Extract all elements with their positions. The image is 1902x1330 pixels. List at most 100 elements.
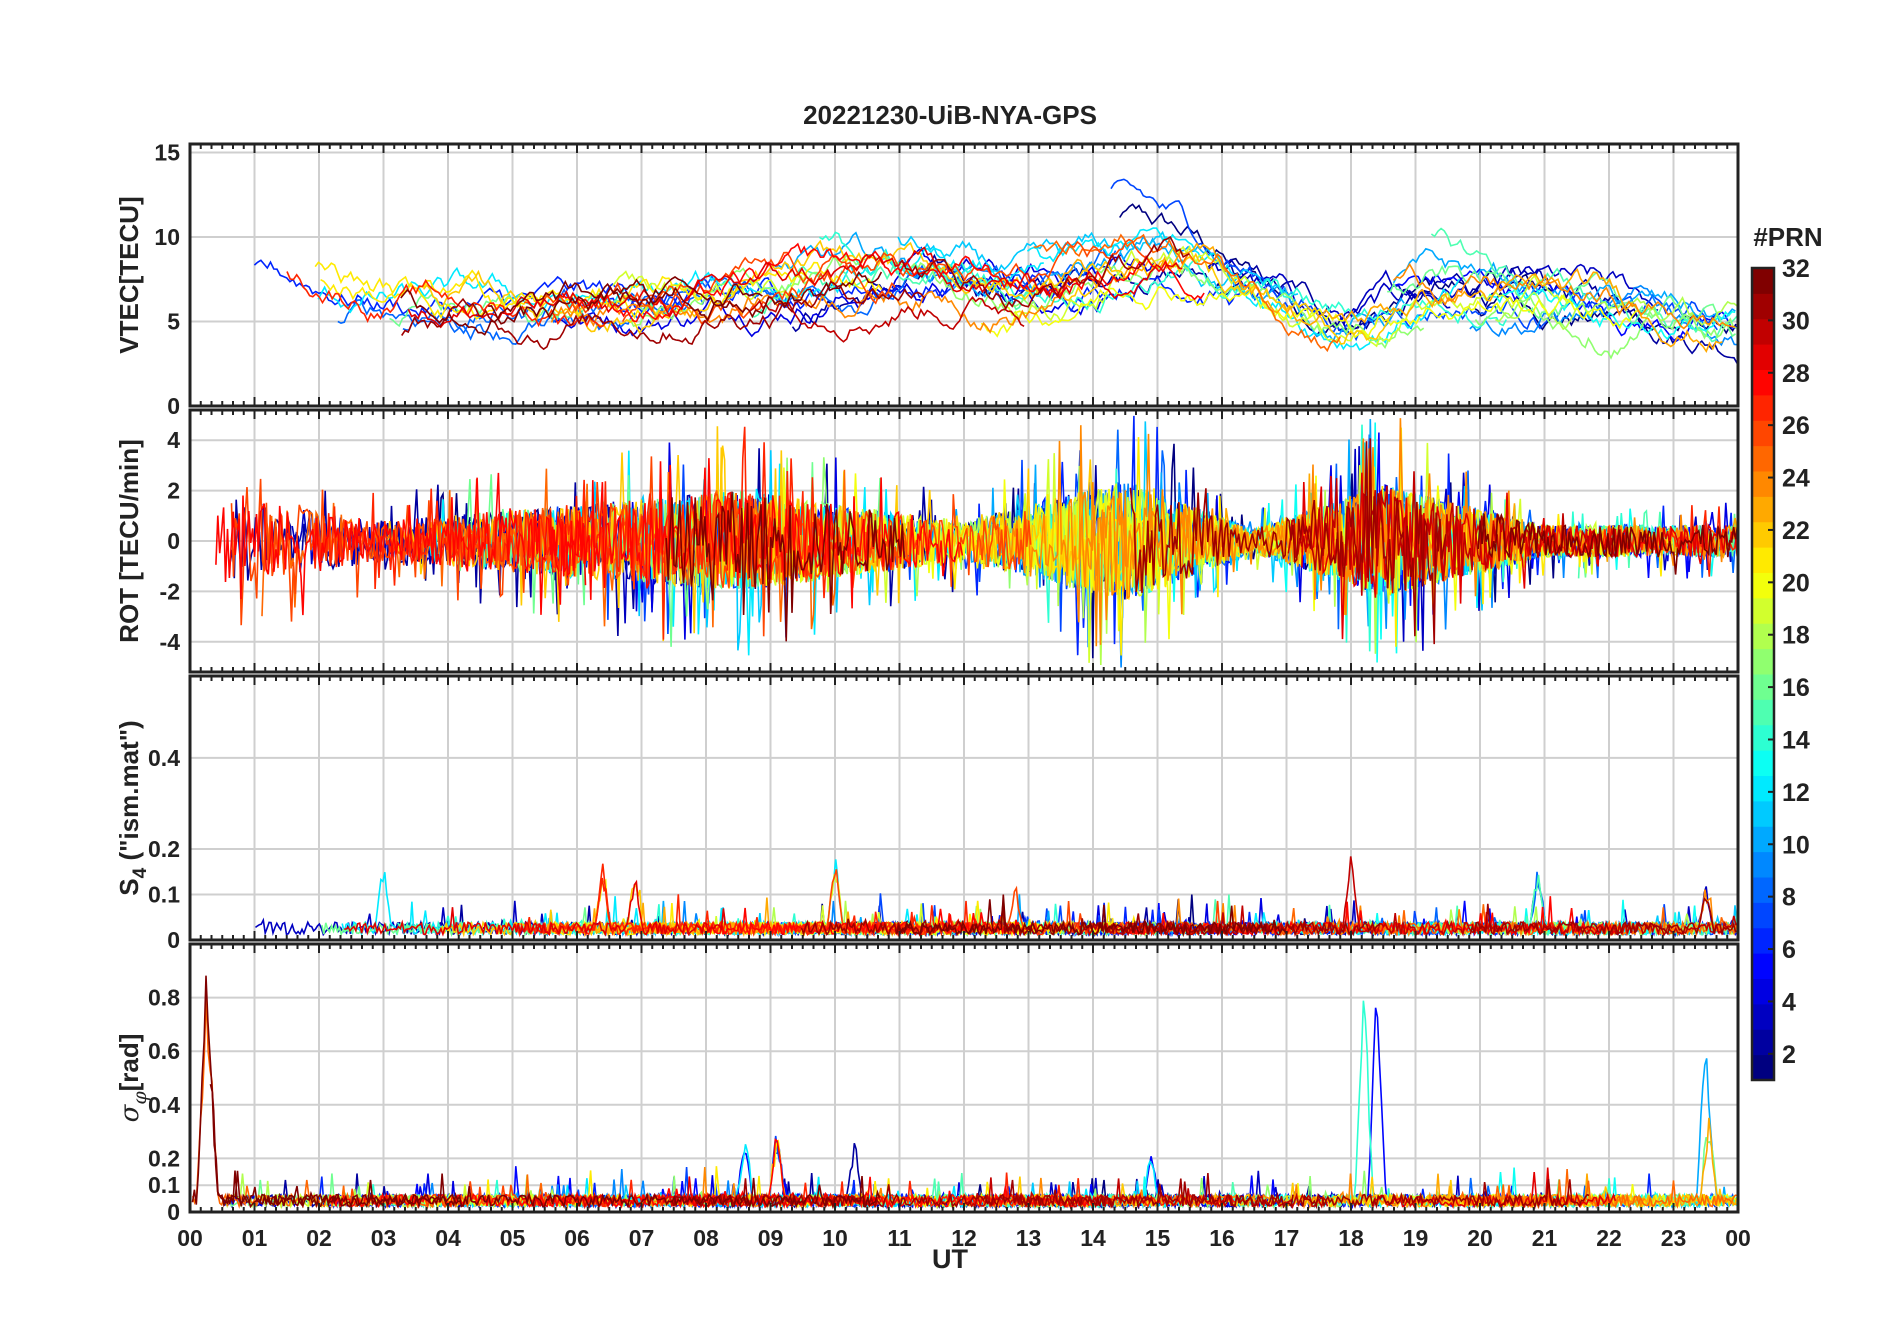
x-tick-label: 08 <box>693 1225 719 1251</box>
y-axis-label: σφ[rad] <box>114 1034 151 1123</box>
y-tick-label: 0.6 <box>148 1038 180 1064</box>
colorbar-bin <box>1752 420 1774 447</box>
colorbar-bin <box>1752 394 1774 421</box>
colorbar-bin <box>1752 750 1774 776</box>
x-tick-label: 01 <box>242 1225 268 1251</box>
x-tick-label: 07 <box>629 1225 655 1251</box>
prn-series-line <box>191 975 881 1210</box>
y-tick-label: 10 <box>154 224 180 250</box>
colorbar-tick-label: 8 <box>1782 884 1796 912</box>
x-tick-label: 19 <box>1403 1225 1429 1251</box>
y-tick-label: -2 <box>160 578 180 604</box>
colorbar-bin <box>1752 1029 1774 1056</box>
colorbar-bin <box>1752 471 1774 497</box>
colorbar-bin <box>1752 572 1774 599</box>
y-tick-label: 15 <box>154 139 180 165</box>
y-tick-label: -4 <box>160 629 181 655</box>
x-tick-label: 00 <box>1725 1225 1751 1251</box>
x-tick-label: 03 <box>371 1225 397 1251</box>
x-tick-label: 10 <box>822 1225 848 1251</box>
colorbar-bin <box>1752 1003 1774 1030</box>
colorbar-bin <box>1752 877 1774 903</box>
y-tick-label: 0 <box>167 528 180 554</box>
colorbar-bin <box>1752 724 1774 751</box>
series-group <box>253 178 1738 364</box>
y-tick-label: 2 <box>167 478 180 504</box>
y-tick-label: 0 <box>167 393 180 419</box>
panel-s4: 0 0.1 0.2 0.4S4 ("ism.mat") <box>114 674 1740 953</box>
prn-series-line <box>749 296 1025 343</box>
chart-title: 20221230-UiB-NYA-GPS <box>803 100 1097 130</box>
colorbar-bin <box>1752 648 1774 675</box>
colorbar-bin <box>1752 547 1774 573</box>
colorbar-tick-label: 30 <box>1782 307 1810 335</box>
x-tick-label: 20 <box>1467 1225 1493 1251</box>
colorbar-tick-label: 4 <box>1782 988 1796 1016</box>
colorbar-tick-label: 22 <box>1782 517 1810 545</box>
series-group <box>191 975 1738 1210</box>
x-tick-label: 17 <box>1274 1225 1300 1251</box>
x-tick-label: 00 <box>177 1225 203 1251</box>
panel-vtec: 0 5 10 15 VTEC[TECU] <box>114 139 1740 419</box>
colorbar-bin <box>1752 445 1774 472</box>
colorbar-label: #PRN <box>1753 222 1822 252</box>
x-tick-label: 04 <box>435 1225 461 1251</box>
colorbar-tick-label: 26 <box>1782 412 1810 440</box>
colorbar-tick-label: 24 <box>1782 465 1810 493</box>
prn-series-line <box>191 995 623 1210</box>
colorbar-tick-label: 10 <box>1782 831 1810 859</box>
colorbar-bin <box>1752 293 1774 320</box>
y-tick-label: 0.2 <box>148 836 180 862</box>
colorbar-bin <box>1752 496 1774 523</box>
y-tick-label: 5 <box>167 308 180 334</box>
colorbar-tick-label: 14 <box>1782 726 1810 754</box>
colorbar-bin <box>1752 851 1774 878</box>
panel-sigma: 00.10.2 0.4 0.6 0.8 σφ[rad] <box>114 942 1740 1225</box>
x-tick-label: 11 <box>887 1225 912 1251</box>
colorbar-tick-label: 28 <box>1782 360 1810 388</box>
x-axis-label: UT <box>932 1244 968 1274</box>
y-tick-label: 0.4 <box>148 1092 180 1118</box>
prn-colorbar: 2468101214161820222426283032#PRN <box>1750 222 1823 1082</box>
colorbar-bin <box>1752 902 1774 929</box>
x-tick-label: 02 <box>306 1225 332 1251</box>
y-tick-label: 0 <box>167 927 180 953</box>
y-tick-label: 0.1 <box>148 1172 180 1198</box>
prn-series-line <box>1469 897 1738 936</box>
y-axis-label: S4 ("ism.mat") <box>114 720 151 895</box>
y-tick-label: 0.8 <box>148 985 180 1011</box>
y-tick-label: 0 <box>167 1199 180 1225</box>
colorbar-bin <box>1752 1054 1774 1081</box>
y-axis-label: VTEC[TECU] <box>114 196 144 353</box>
colorbar-bin <box>1752 775 1774 802</box>
colorbar-bin <box>1752 953 1774 979</box>
colorbar-bin <box>1752 521 1774 548</box>
colorbar-bin <box>1752 268 1774 294</box>
x-tick-label: 09 <box>758 1225 784 1251</box>
y-tick-label: 0.2 <box>148 1145 180 1171</box>
x-tick-label: 18 <box>1338 1225 1364 1251</box>
colorbar-tick-label: 16 <box>1782 674 1810 702</box>
panels-group: 051015VTEC[TECU]-4-2024ROT [TECU/min]00.… <box>114 139 1751 1251</box>
colorbar-tick-label: 18 <box>1782 622 1810 650</box>
colorbar-tick-label: 32 <box>1782 255 1810 283</box>
x-tick-label: 05 <box>500 1225 526 1251</box>
x-tick-label: 14 <box>1080 1225 1106 1251</box>
colorbar-bin <box>1752 623 1774 650</box>
colorbar-bin <box>1752 699 1774 726</box>
prn-series-line <box>1327 1000 1738 1210</box>
series-group <box>215 415 1738 668</box>
colorbar-tick-label: 2 <box>1782 1041 1796 1069</box>
colorbar-tick-label: 12 <box>1782 779 1810 807</box>
y-axis-label: ROT [TECU/min] <box>114 439 144 643</box>
colorbar-bin <box>1752 826 1774 853</box>
x-tick-label: 13 <box>1016 1225 1042 1251</box>
colorbar-bin <box>1752 597 1774 624</box>
x-tick-label: 21 <box>1532 1225 1558 1251</box>
colorbar-bin <box>1752 344 1774 370</box>
x-tick-label: 22 <box>1596 1225 1622 1251</box>
colorbar-tick-label: 20 <box>1782 569 1810 597</box>
y-tick-label: 4 <box>167 427 180 453</box>
x-tick-label: 23 <box>1661 1225 1687 1251</box>
x-tick-label: 16 <box>1209 1225 1235 1251</box>
